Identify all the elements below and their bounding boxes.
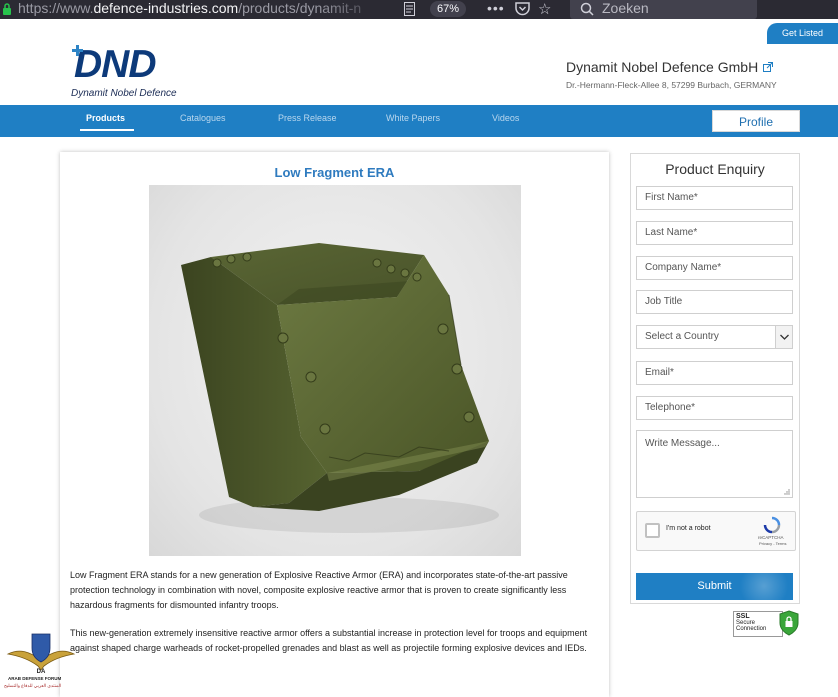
company-address: Dr.-Hermann-Fleck-Allee 8, 57299 Burbach… xyxy=(566,80,777,90)
telephone-field[interactable]: Telephone* xyxy=(636,396,793,420)
zoom-level-button[interactable]: 67% xyxy=(430,1,466,17)
watermark-arabic-text: المنتدى العربي للدفاع والتسليح xyxy=(4,683,62,688)
watermark-text: ARAB DEFENSE FORUM xyxy=(8,676,62,681)
logo-subtitle: Dynamit Nobel Defence xyxy=(71,88,177,99)
pocket-icon[interactable] xyxy=(515,2,530,16)
chevron-down-icon[interactable] xyxy=(775,326,792,348)
recaptcha-icon xyxy=(763,516,781,534)
recaptcha-widget: I'm not a robot reCAPTCHA Privacy - Term… xyxy=(636,511,796,551)
company-name-link[interactable]: Dynamit Nobel Defence GmbH xyxy=(566,59,758,75)
resize-handle-icon[interactable] xyxy=(782,487,790,495)
ssl-badge: SSL Secure Connection xyxy=(733,610,799,637)
external-link-icon[interactable] xyxy=(763,62,773,72)
form-title: Product Enquiry xyxy=(665,161,765,177)
first-name-field[interactable]: First Name* xyxy=(636,186,793,210)
product-description-1: Low Fragment ERA stands for a new genera… xyxy=(70,570,568,610)
company-name-field[interactable]: Company Name* xyxy=(636,256,793,280)
tab-press-release[interactable]: Press Release xyxy=(278,113,337,123)
product-description-2: This new-generation extremely insensitiv… xyxy=(70,628,588,653)
tab-products[interactable]: Products xyxy=(86,113,125,123)
active-tab-indicator xyxy=(80,129,134,131)
email-field[interactable]: Email* xyxy=(636,361,793,385)
recaptcha-brand: reCAPTCHA xyxy=(758,535,784,540)
job-title-field[interactable]: Job Title xyxy=(636,290,793,314)
more-actions-icon[interactable]: ••• xyxy=(487,0,505,16)
logo-cross-icon xyxy=(72,45,83,56)
tab-catalogues[interactable]: Catalogues xyxy=(180,113,226,123)
product-image xyxy=(149,185,521,556)
submit-label: Submit xyxy=(697,580,732,592)
submit-button[interactable]: Submit xyxy=(636,573,793,600)
recaptcha-terms[interactable]: Privacy - Terms xyxy=(759,541,786,546)
company-logo[interactable]: DND xyxy=(74,43,156,87)
country-select-value: Select a Country xyxy=(645,331,719,342)
recaptcha-checkbox[interactable] xyxy=(645,523,660,538)
product-card: Low Fragment ERA Low Fragment ERA stands… xyxy=(60,152,609,697)
get-listed-button[interactable]: Get Listed xyxy=(767,23,838,44)
lock-icon xyxy=(3,3,11,15)
message-textarea[interactable]: Write Message... xyxy=(636,430,793,498)
svg-text:DA: DA xyxy=(37,669,46,675)
search-field[interactable] xyxy=(570,0,757,19)
search-icon xyxy=(580,2,594,16)
message-placeholder: Write Message... xyxy=(645,438,720,449)
tab-videos[interactable]: Videos xyxy=(492,113,519,123)
reader-view-icon[interactable] xyxy=(404,2,415,16)
profile-button[interactable]: Profile xyxy=(712,110,800,132)
product-title: Low Fragment ERA xyxy=(274,165,395,180)
shield-lock-icon xyxy=(779,610,799,636)
recaptcha-label: I'm not a robot xyxy=(666,525,711,532)
product-enquiry-form: Product Enquiry First Name* Last Name* C… xyxy=(630,153,800,604)
last-name-field[interactable]: Last Name* xyxy=(636,221,793,245)
tab-white-papers[interactable]: White Papers xyxy=(386,113,440,123)
main-nav: Products Catalogues Press Release White … xyxy=(0,105,838,137)
browser-toolbar: https://www.defence-industries.com/produ… xyxy=(0,0,838,19)
address-bar[interactable]: https://www.defence-industries.com/produ… xyxy=(18,0,361,17)
search-placeholder: Zoeken xyxy=(602,0,649,16)
bookmark-star-icon[interactable]: ☆ xyxy=(538,0,551,18)
country-select[interactable]: Select a Country xyxy=(636,325,793,349)
